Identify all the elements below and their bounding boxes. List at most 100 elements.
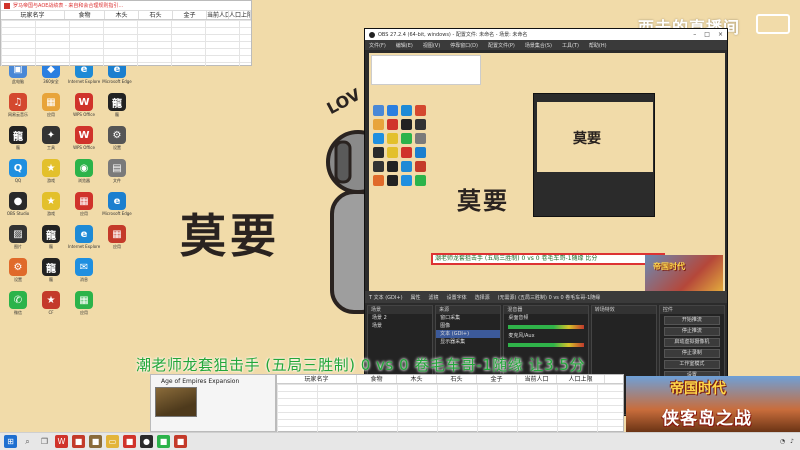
column-header[interactable]: 木头 — [397, 375, 437, 383]
column-header[interactable]: 食物 — [357, 375, 397, 383]
top-spreadsheet-title: 罗马帝国与AOE战绩表 - 来自和会合理规则指引… — [13, 3, 124, 9]
menu-view[interactable]: 视图(V) — [423, 42, 440, 49]
desktop-icon[interactable]: ⚙ 设置 — [101, 126, 133, 155]
desktop-icon[interactable] — [101, 291, 133, 320]
desktop-icon[interactable]: ▦ 应用 — [101, 225, 133, 254]
spreadsheet-app-icon — [4, 2, 10, 9]
app-icon[interactable]: ■ — [123, 435, 136, 448]
top-spreadsheet-window[interactable]: 罗马帝国与AOE战绩表 - 来自和会合理规则指引… 玩家名字 食物 木头 石头 … — [0, 0, 252, 66]
menu-edit[interactable]: 编辑(E) — [396, 42, 413, 49]
wps-icon[interactable]: W — [55, 435, 68, 448]
desktop-icon[interactable]: e Internet Explorer — [68, 225, 100, 254]
menu-file[interactable]: 文件(F) — [369, 42, 386, 49]
desktop-icon[interactable]: ▨ 图片 — [2, 225, 34, 254]
app-icon[interactable]: ■ — [157, 435, 170, 448]
column-header[interactable]: 石头 — [437, 375, 477, 383]
desktop-icon[interactable]: ✦ 工具 — [35, 126, 67, 155]
column-header[interactable]: 人口上限 — [557, 375, 605, 383]
desktop-icon[interactable]: ⚙ 设置 — [2, 258, 34, 287]
mixer-channel-label: 桌面音频 — [508, 315, 529, 321]
desktop-icon[interactable]: ★ CF — [35, 291, 67, 320]
desktop-icon[interactable]: W WPS Office — [68, 93, 100, 122]
scene-item[interactable]: 场景 — [368, 322, 432, 330]
desktop-icon[interactable]: 龍龍 — [35, 258, 67, 287]
menu-docks[interactable]: 停靠窗口(D) — [450, 42, 478, 49]
app-icon[interactable]: ■ — [89, 435, 102, 448]
bottom-spreadsheet-window[interactable]: 玩家名字 食物 木头 石头 金子 当前人口 人口上限 — [276, 374, 624, 432]
desktop-icon[interactable]: ★ 游戏 — [35, 192, 67, 221]
select-source-button[interactable]: 选择源 — [475, 294, 490, 301]
column-header[interactable]: 食物 — [65, 11, 105, 19]
source-item[interactable]: 窗口采集 — [436, 314, 500, 322]
bottom-spreadsheet-cells[interactable] — [277, 384, 623, 432]
column-header[interactable]: 玩家名字 — [1, 11, 65, 19]
source-text-value[interactable]: (无需源) (五局三胜制) 0 vs 0 卷毛车哥-1随缘 — [498, 294, 601, 301]
close-icon[interactable]: × — [718, 31, 723, 38]
desktop-icon[interactable]: Q QQ — [2, 159, 34, 188]
menu-tools[interactable]: 工具(T) — [562, 42, 579, 49]
scene-item[interactable]: 场景 2 — [368, 314, 432, 322]
search-icon[interactable]: ⌕ — [21, 435, 34, 448]
menu-scene-collection[interactable]: 场景集合(S) — [525, 42, 552, 49]
folder-icon[interactable]: ▭ — [106, 435, 119, 448]
studio-mode-button[interactable]: 工作室模式 — [663, 360, 721, 369]
column-header[interactable]: 玩家名字 — [277, 375, 357, 383]
desktop-icon[interactable]: ✉ 消息 — [68, 258, 100, 287]
desktop-icon[interactable]: ♫ 网易云音乐 — [2, 93, 34, 122]
start-streaming-button[interactable]: 开始推流 — [663, 316, 721, 325]
mixer-volume-slider[interactable] — [508, 343, 584, 347]
source-item[interactable]: 文本 (GDI+) — [436, 330, 501, 338]
properties-button[interactable]: 属性 — [411, 294, 421, 301]
aoe-thumbnail[interactable] — [155, 387, 197, 417]
game-ad-banner[interactable]: 帝国时代 侠客岛之战 — [626, 376, 800, 432]
desktop-icon[interactable]: ★ 游戏 — [35, 159, 67, 188]
desktop-icon[interactable]: ▤ 文件 — [101, 159, 133, 188]
obs-preview[interactable]: 莫要 莫要 潮老师龙套狙击手 (五局三胜制) 0 vs 0 卷毛车哥-1随缘 比… — [369, 53, 725, 299]
filters-button[interactable]: 滤镜 — [429, 294, 439, 301]
desktop-icon[interactable]: W WPS Office — [68, 126, 100, 155]
minimize-icon[interactable]: – — [693, 31, 696, 38]
start-icon[interactable]: ⊞ — [4, 435, 17, 448]
font-button[interactable]: 设置字体 — [447, 294, 467, 301]
game-icon: ★ — [42, 159, 60, 177]
top-spreadsheet-cells[interactable] — [1, 20, 251, 66]
column-header[interactable]: 金子 — [173, 11, 207, 19]
column-header[interactable]: 当前人口 — [207, 11, 229, 19]
desktop-icon[interactable] — [101, 258, 133, 287]
column-header[interactable]: 当前人口 — [517, 375, 557, 383]
menu-profile[interactable]: 配置文件(P) — [488, 42, 515, 49]
maximize-icon[interactable]: □ — [704, 31, 710, 38]
volume-icon[interactable]: ♪ — [790, 438, 794, 445]
menu-help[interactable]: 帮助(H) — [589, 42, 607, 49]
virtual-camera-button[interactable]: 启动虚拟摄像机 — [663, 338, 721, 347]
app-icon[interactable]: ■ — [72, 435, 85, 448]
desktop-icon[interactable]: ▦ 应用 — [68, 192, 100, 221]
obs-titlebar[interactable]: OBS 27.2.4 (64-bit, windows) - 配置文件: 未命名… — [365, 29, 727, 40]
aoe-taskbar-preview[interactable]: Age of Empires Expansion — [150, 374, 276, 432]
obs-icon[interactable]: ● — [140, 435, 153, 448]
desktop-icon[interactable]: ✆ 微信 — [2, 291, 34, 320]
column-header[interactable]: 石头 — [139, 11, 173, 19]
column-header[interactable]: 木头 — [105, 11, 139, 19]
desktop-icon[interactable]: ▦ 应用 — [35, 93, 67, 122]
task-view-icon[interactable]: ❐ — [38, 435, 51, 448]
source-item[interactable]: 显示器采集 — [436, 338, 500, 346]
app-icon[interactable]: ■ — [174, 435, 187, 448]
desktop-icon[interactable]: ◉ 浏览器 — [68, 159, 100, 188]
desktop-icon[interactable]: e Microsoft Edge — [101, 192, 133, 221]
desktop-icon[interactable]: ▦ 应用 — [68, 291, 100, 320]
source-item[interactable]: 图像 — [436, 322, 500, 330]
mixer-volume-slider[interactable] — [508, 325, 584, 329]
desktop-icon-label: 应用 — [47, 112, 55, 117]
top-spreadsheet-titlebar[interactable]: 罗马帝国与AOE战绩表 - 来自和会合理规则指引… — [1, 1, 251, 11]
desktop-icon[interactable]: 龍龍 — [35, 225, 67, 254]
desktop-icon-label: CF — [48, 310, 54, 315]
desktop-icon[interactable]: ● OBS Studio — [2, 192, 34, 221]
desktop-icon[interactable]: 龍龍 — [2, 126, 34, 155]
column-header[interactable]: 金子 — [477, 375, 517, 383]
network-icon[interactable]: ◔ — [780, 438, 785, 445]
stop-streaming-button[interactable]: 停止推流 — [663, 327, 721, 336]
desktop-icon[interactable]: 龍龍 — [101, 93, 133, 122]
stop-recording-button[interactable]: 停止录制 — [663, 349, 721, 358]
column-header[interactable]: 人口上限 — [229, 11, 251, 19]
